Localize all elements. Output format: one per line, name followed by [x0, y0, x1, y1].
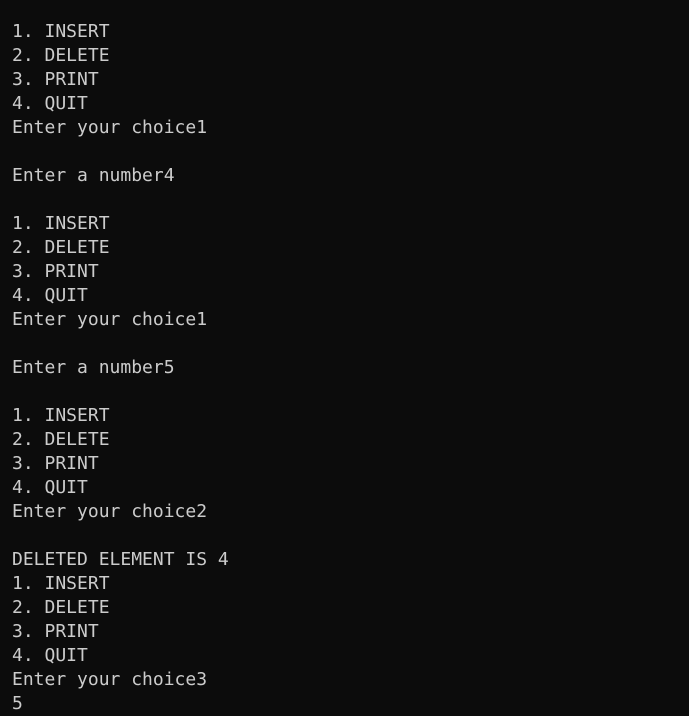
terminal-line: Enter your choice1	[12, 117, 208, 138]
terminal-line: 4. QUIT	[12, 477, 88, 498]
terminal-line: Enter your choice1	[12, 309, 208, 330]
terminal-line: 2. DELETE	[12, 597, 110, 618]
terminal-line: 3. PRINT	[12, 261, 99, 282]
terminal-line: 5	[12, 693, 23, 714]
terminal-line: 2. DELETE	[12, 45, 110, 66]
terminal-line: Enter your choice2	[12, 501, 208, 522]
terminal-line: 1. INSERT	[12, 573, 110, 594]
terminal-line: 4. QUIT	[12, 285, 88, 306]
terminal-line: 4. QUIT	[12, 93, 88, 114]
terminal-line: 1. INSERT	[12, 405, 110, 426]
terminal-line: 1. INSERT	[12, 21, 110, 42]
terminal-line: DELETED ELEMENT IS 4	[12, 549, 229, 570]
terminal-line: 1. INSERT	[12, 213, 110, 234]
terminal-line: 2. DELETE	[12, 237, 110, 258]
terminal-line: Enter your choice3	[12, 669, 208, 690]
terminal-line: 4. QUIT	[12, 645, 88, 666]
terminal-line: 3. PRINT	[12, 621, 99, 642]
terminal-line: 2. DELETE	[12, 429, 110, 450]
terminal-line: 3. PRINT	[12, 69, 99, 90]
terminal-line: 3. PRINT	[12, 453, 99, 474]
terminal-output[interactable]: 1. INSERT 2. DELETE 3. PRINT 4. QUIT Enter y…	[0, 0, 689, 716]
terminal-line: Enter a number5	[12, 357, 175, 378]
terminal-line: Enter a number4	[12, 165, 175, 186]
